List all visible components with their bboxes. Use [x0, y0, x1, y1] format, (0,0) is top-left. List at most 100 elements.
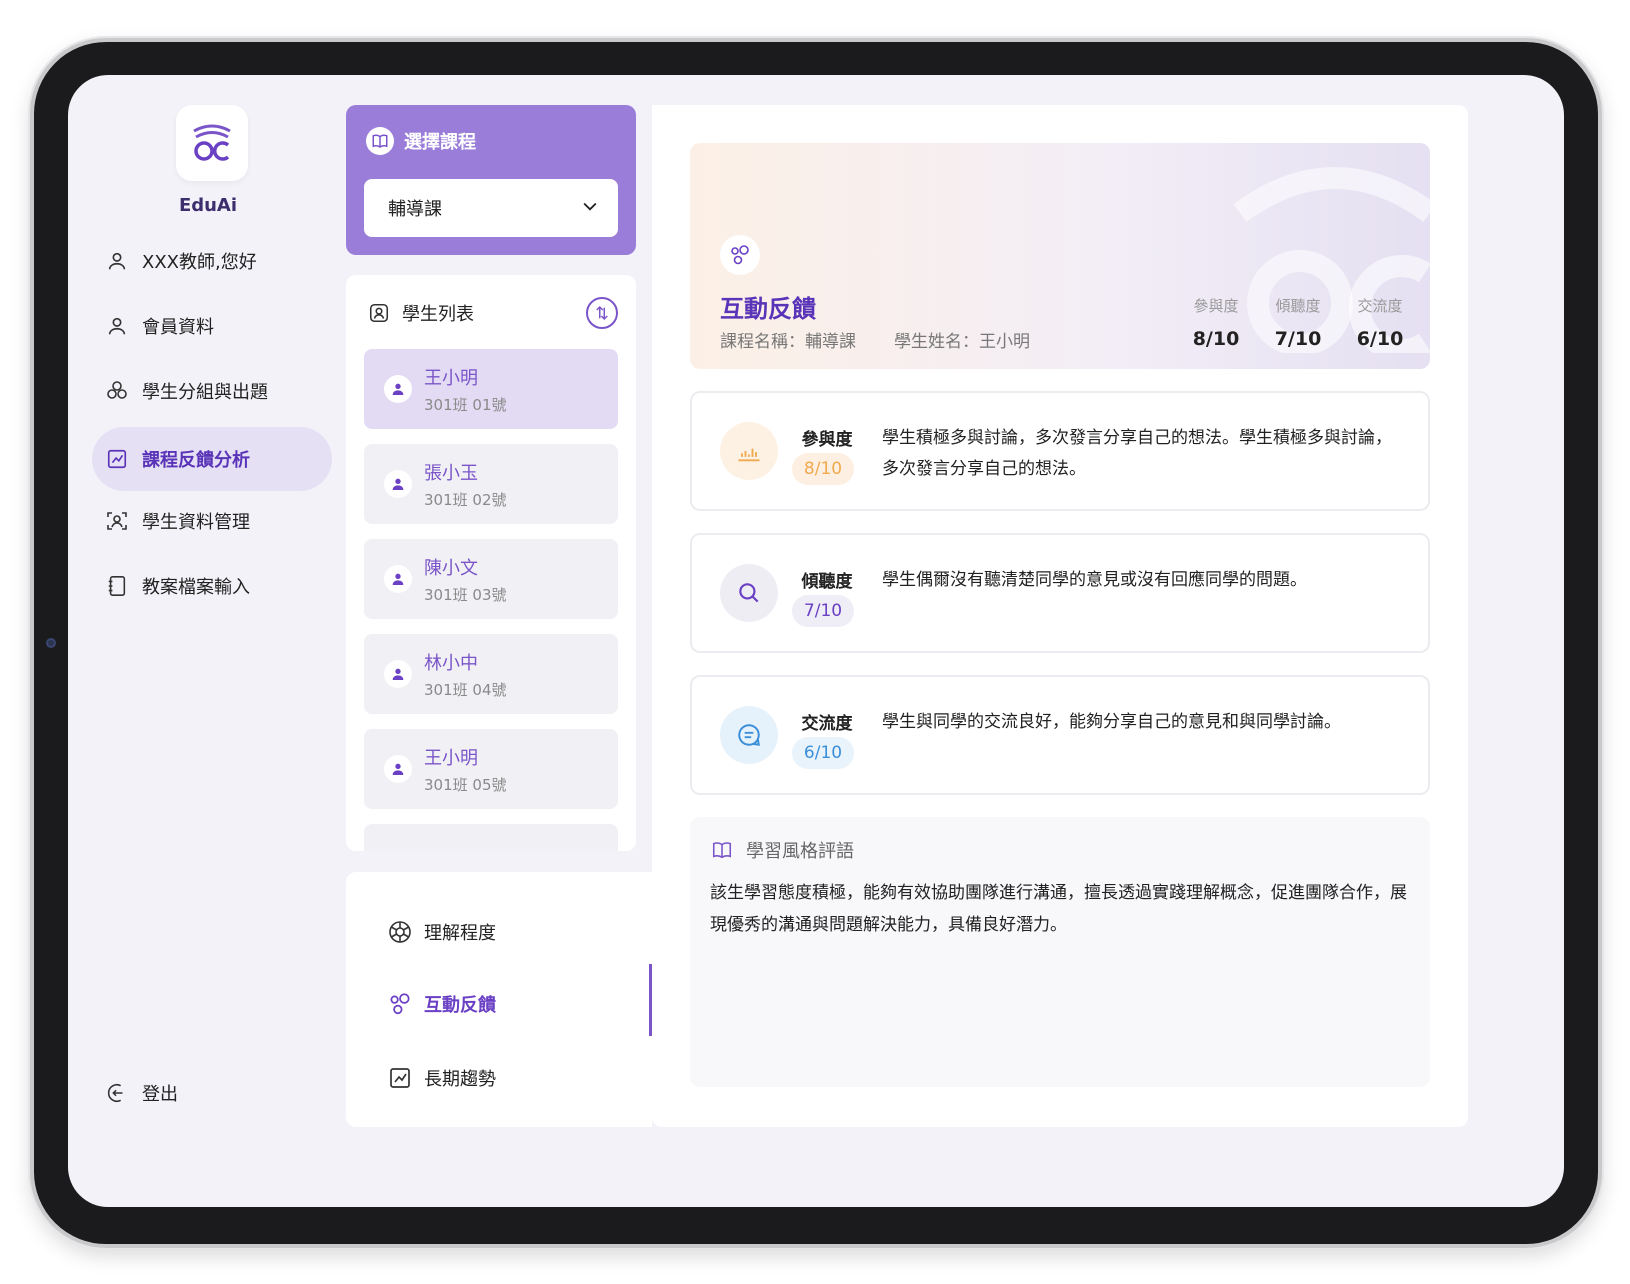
learning-style-header: 學習風格評語	[710, 837, 854, 863]
course-selector-panel: 選擇課程 輔導課	[346, 105, 636, 255]
logout-icon	[104, 1080, 130, 1106]
avatar-icon	[384, 375, 412, 403]
course-name-text: 課程名稱：輔導課	[720, 332, 856, 352]
logo	[176, 105, 248, 181]
student-item[interactable]: 張小玉 301班 02號	[364, 444, 618, 524]
student-name: 王小明	[424, 367, 478, 389]
tab-understanding[interactable]: 理解程度	[386, 912, 496, 952]
book-icon	[366, 127, 394, 155]
score-label: 交流度	[1357, 297, 1403, 315]
group-icon	[104, 378, 130, 404]
metric-card-participation: 參與度 8/10 學生積極多與討論，多次發言分享自己的想法。學生積極多與討論，多…	[690, 391, 1430, 511]
brand-name: EduAi	[178, 195, 238, 216]
metric-card-communication: 交流度 6/10 學生與同學的交流良好，能夠分享自己的意見和與同學討論。	[690, 675, 1430, 795]
chart-icon	[104, 446, 130, 472]
feedback-header-card: 互動反饋 課程名稱：輔導課 學生姓名：王小明 參與度 8/10 傾聽度 7/10 …	[690, 143, 1430, 369]
score-value: 7/10	[1274, 328, 1322, 350]
student-class: 301班 05號	[424, 775, 507, 794]
metric-label: 交流度	[801, 714, 853, 734]
notebook-icon	[104, 573, 130, 599]
tab-label: 理解程度	[424, 923, 496, 944]
student-item[interactable]: 陳小文 301班 03號	[364, 539, 618, 619]
score-communication: 交流度 6/10	[1350, 295, 1410, 350]
student-name-text: 學生姓名：王小明	[894, 332, 1030, 352]
student-item[interactable]: 林小中 301班 04號	[364, 634, 618, 714]
score-listening: 傾聽度 7/10	[1268, 295, 1328, 350]
avatar-icon	[384, 755, 412, 783]
student-list-icon	[368, 302, 390, 324]
tab-label: 互動反饋	[424, 995, 496, 1016]
sidebar-item-label: 學生分組與出題	[142, 382, 268, 403]
student-list-title: 學生列表	[402, 304, 474, 325]
learning-style-card: 學習風格評語 該生學習態度積極，能夠有效協助團隊進行溝通，擅長透過實踐理解概念，…	[690, 817, 1430, 1087]
sidebar-item-greeting[interactable]: XXX教師,您好	[92, 229, 332, 293]
tab-interaction-feedback[interactable]: 互動反饋	[386, 984, 496, 1024]
score-value: 8/10	[1192, 328, 1240, 350]
analysis-tabs: 理解程度 互動反饋 長期趨勢	[346, 872, 652, 1127]
metric-label: 傾聽度	[801, 572, 853, 592]
metric-card-listening: 傾聽度 7/10 學生偶爾沒有聽清楚同學的意見或沒有回應同學的問題。	[690, 533, 1430, 653]
tab-long-term-trend[interactable]: 長期趨勢	[386, 1058, 496, 1098]
sidebar-item-lesson-upload[interactable]: 教案檔案輸入	[92, 554, 332, 618]
student-class: 301班 02號	[424, 490, 507, 509]
student-class: 301班 01號	[424, 395, 507, 414]
sidebar-item-profile[interactable]: 會員資料	[92, 294, 332, 358]
sidebar-item-label: 學生資料管理	[142, 512, 250, 533]
course-dropdown[interactable]: 輔導課	[364, 179, 618, 237]
score-participation: 參與度 8/10	[1186, 295, 1246, 350]
student-item[interactable]: 王小明 301班 05號	[364, 729, 618, 809]
sidebar-item-label: 課程反饋分析	[142, 450, 250, 471]
course-title-label: 選擇課程	[404, 132, 476, 153]
avatar-icon	[384, 470, 412, 498]
student-name: 王小明	[424, 747, 478, 769]
book-open-icon	[710, 839, 734, 861]
avatar-icon	[384, 660, 412, 688]
student-list-header: 學生列表	[368, 297, 618, 329]
sort-icon	[596, 305, 608, 321]
metric-label: 參與度	[801, 430, 853, 450]
avatar-icon	[384, 565, 412, 593]
sidebar-item-feedback-analysis[interactable]: 課程反饋分析	[92, 427, 332, 491]
metric-description: 學生偶爾沒有聽清楚同學的意見或沒有回應同學的問題。	[882, 570, 1307, 590]
feedback-meta: 課程名稱：輔導課 學生姓名：王小明	[720, 327, 1030, 352]
camera-dot	[46, 638, 56, 648]
main-panel: 互動反饋 課程名稱：輔導課 學生姓名：王小明 參與度 8/10 傾聽度 7/10 …	[652, 105, 1468, 1127]
score-label: 參與度	[1193, 297, 1239, 315]
trend-icon	[386, 1064, 414, 1092]
bubbles-icon	[386, 990, 414, 1018]
sidebar-item-grouping[interactable]: 學生分組與出題	[92, 359, 332, 423]
logout-button[interactable]: 登出	[92, 1061, 332, 1125]
student-list-panel: 學生列表 王小明 301班 01號 張小玉 301班 02號 陳小文 301班 03號…	[346, 275, 636, 851]
logout-label: 登出	[142, 1084, 178, 1105]
sidebar-item-label: 教案檔案輸入	[142, 577, 250, 598]
user-icon	[104, 248, 130, 274]
sidebar: EduAi XXX教師,您好 會員資料 學生分組與出題 課程反饋分析 學生資料管…	[68, 75, 338, 1207]
bubbles-icon	[720, 235, 760, 275]
metric-description: 學生積極多與討論，多次發言分享自己的想法。學生積極多與討論，多次發言分享自己的想…	[882, 428, 1392, 479]
sidebar-item-label: 會員資料	[142, 317, 214, 338]
metric-score-badge: 6/10	[792, 737, 854, 769]
student-name: 張小玉	[424, 462, 478, 484]
logo-icon	[193, 124, 231, 161]
aperture-icon	[386, 918, 414, 946]
scan-user-icon	[104, 508, 130, 534]
sidebar-item-student-management[interactable]: 學生資料管理	[92, 489, 332, 553]
student-item[interactable]: 王小明 301班 01號	[364, 349, 618, 429]
student-name: 陳小文	[424, 557, 478, 579]
chat-icon	[720, 706, 778, 764]
chevron-down-icon	[580, 196, 600, 221]
student-class: 301班 04號	[424, 680, 507, 699]
tab-label: 長期趨勢	[424, 1069, 496, 1090]
learning-style-body: 該生學習態度積極，能夠有效協助團隊進行溝通，擅長透過實踐理解概念，促進團隊合作，…	[710, 883, 1407, 935]
student-name: 林小中	[424, 652, 478, 674]
sidebar-item-label: XXX教師,您好	[142, 252, 257, 273]
app-screen: EduAi XXX教師,您好 會員資料 學生分組與出題 課程反饋分析 學生資料管…	[68, 75, 1564, 1207]
sort-button[interactable]	[586, 297, 618, 329]
feedback-title: 互動反饋	[720, 295, 816, 323]
user-icon	[104, 313, 130, 339]
search-icon	[720, 564, 778, 622]
metric-score-badge: 8/10	[792, 453, 854, 485]
score-label: 傾聽度	[1275, 297, 1321, 315]
student-item-partial[interactable]	[364, 824, 618, 851]
student-class: 301班 03號	[424, 585, 507, 604]
